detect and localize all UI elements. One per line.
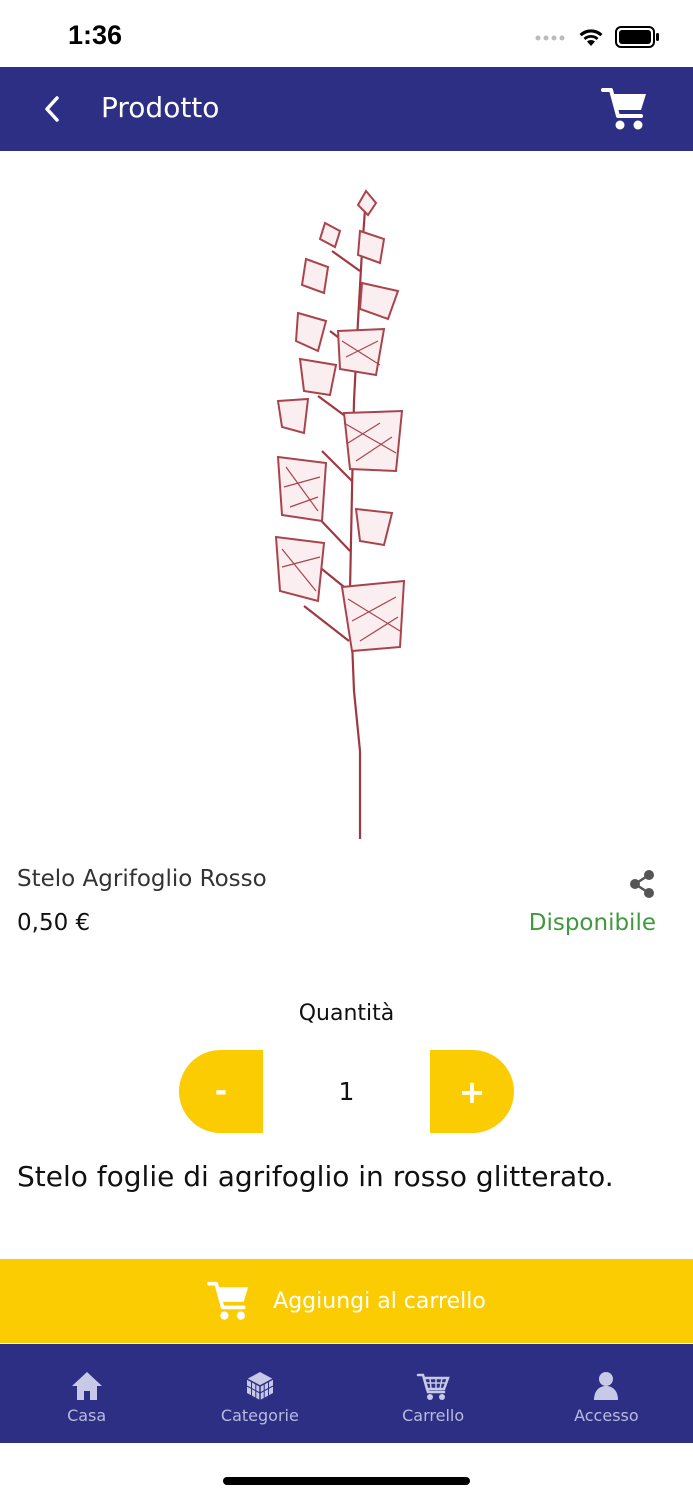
back-button[interactable] — [30, 87, 74, 131]
holly-stem-image — [274, 189, 406, 839]
increase-quantity-button[interactable]: + — [430, 1050, 514, 1133]
chevron-left-icon — [45, 96, 59, 122]
tab-bar: Casa Categorie Carrello Accesso — [0, 1344, 693, 1443]
app-header: Prodotto — [0, 67, 693, 151]
status-bar: 1:36 — [0, 0, 693, 67]
home-indicator — [223, 1477, 470, 1485]
cart-icon — [416, 1373, 450, 1400]
share-icon[interactable] — [627, 868, 657, 900]
add-to-cart-button[interactable]: Aggiungi al carrello — [0, 1259, 693, 1343]
add-to-cart-label: Aggiungi al carrello — [273, 1288, 486, 1314]
tab-carrello[interactable]: Carrello — [347, 1344, 520, 1443]
product-image[interactable] — [0, 151, 693, 841]
battery-icon — [615, 26, 659, 48]
tab-casa[interactable]: Casa — [0, 1344, 173, 1443]
cart-button[interactable] — [601, 86, 649, 132]
tab-categorie[interactable]: Categorie — [173, 1344, 346, 1443]
tab-label: Accesso — [574, 1406, 639, 1425]
product-description: Stelo foglie di agrifoglio in rosso glit… — [17, 1160, 614, 1193]
home-icon — [71, 1372, 102, 1400]
status-time: 1:36 — [68, 20, 123, 50]
tab-label: Categorie — [220, 1406, 299, 1425]
quantity-stepper: - 1 + — [179, 1050, 514, 1133]
cart-icon — [207, 1281, 249, 1320]
tab-accesso[interactable]: Accesso — [520, 1344, 693, 1443]
decrease-quantity-button[interactable]: - — [179, 1050, 263, 1133]
cube-icon — [246, 1372, 274, 1400]
tab-label: Casa — [67, 1406, 107, 1425]
user-icon — [594, 1372, 619, 1400]
tab-label: Carrello — [402, 1406, 465, 1425]
page-title: Prodotto — [101, 91, 220, 124]
availability-status: Disponibile — [528, 910, 656, 936]
quantity-value: 1 — [338, 1077, 355, 1106]
wifi-icon — [579, 29, 603, 46]
product-price: 0,50 € — [17, 910, 91, 936]
quantity-label: Quantità — [298, 1001, 395, 1026]
status-icons — [535, 26, 659, 48]
product-name: Stelo Agrifoglio Rosso — [17, 866, 267, 892]
cellular-signal-icon — [535, 35, 565, 41]
